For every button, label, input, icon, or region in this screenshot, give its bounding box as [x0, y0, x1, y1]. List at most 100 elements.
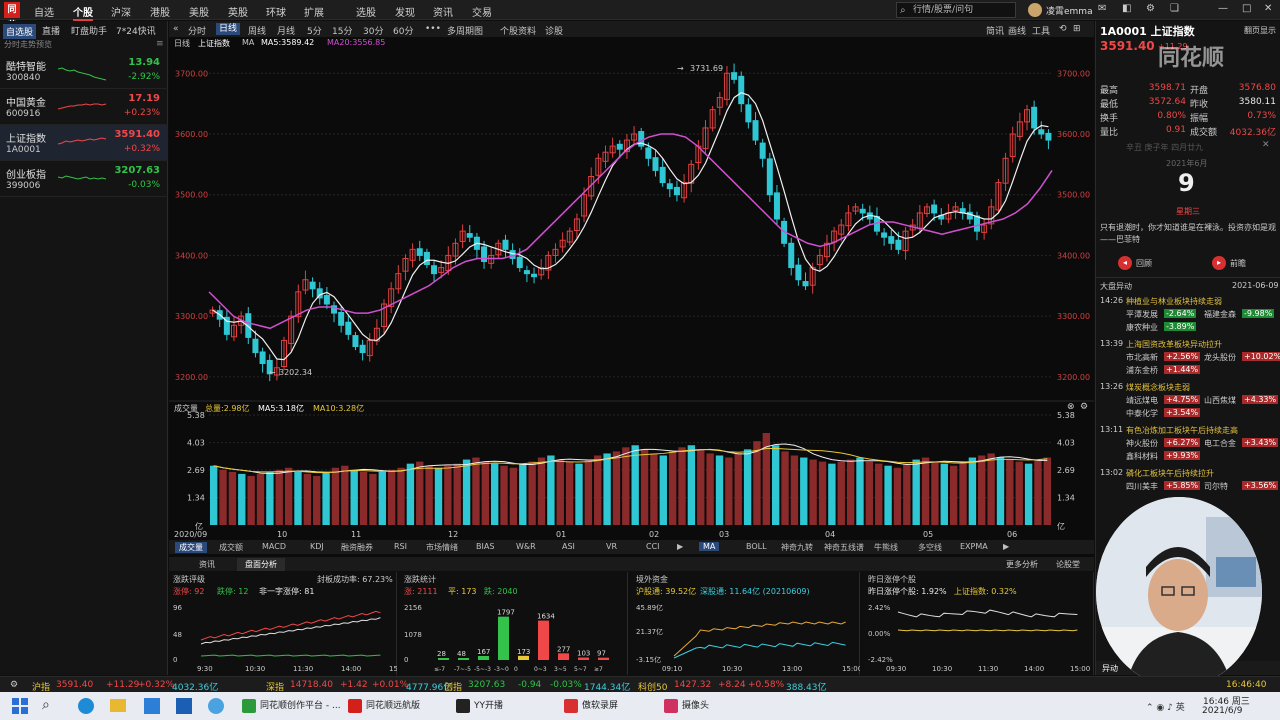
period-button[interactable]: 分时: [188, 24, 206, 37]
period-button[interactable]: •••: [425, 24, 441, 34]
menu-item[interactable]: 港股: [150, 4, 170, 19]
menu-icon[interactable]: ≡: [156, 39, 164, 49]
event-title[interactable]: 磷化工板块午后持续拉升: [1126, 468, 1214, 479]
taskbar-app[interactable]: 同花顺创作平台 - ...: [242, 696, 341, 716]
indicator-tab[interactable]: RSI: [394, 542, 407, 551]
taskbar-app[interactable]: 摄像头: [664, 696, 709, 716]
indicator-tab[interactable]: VR: [606, 542, 617, 551]
indicator-tab[interactable]: MACD: [262, 542, 286, 551]
period-button[interactable]: 15分: [332, 24, 352, 37]
volume-settings-icon[interactable]: ⚙: [1080, 402, 1088, 412]
browser-icon[interactable]: [208, 698, 224, 714]
folder-icon[interactable]: [110, 699, 126, 712]
indicator-tab[interactable]: 融资融券: [341, 542, 373, 553]
period-button[interactable]: 30分: [363, 24, 383, 37]
event-stock-name[interactable]: 山西焦煤: [1204, 395, 1236, 406]
menu-item[interactable]: 个股: [73, 4, 93, 21]
watchlist-row[interactable]: 创业板指 399006 3207.63 -0.03%: [0, 161, 168, 197]
indicator-tab[interactable]: CCI: [646, 542, 660, 551]
tool-brief[interactable]: 简讯: [986, 24, 1004, 37]
edge-icon[interactable]: [78, 698, 94, 714]
kline-chart-area[interactable]: 日线 上证指数 MA MA5:3589.42 MA20:3556.85 3700…: [169, 37, 1094, 557]
more-analysis-link[interactable]: 更多分析: [1006, 559, 1038, 570]
tool-draw[interactable]: 画线: [1008, 24, 1026, 37]
collapse-left-icon[interactable]: «: [173, 24, 179, 34]
period-button[interactable]: 多周期图: [447, 24, 483, 37]
event-stock-name[interactable]: 中泰化学: [1126, 408, 1158, 419]
taskbar-app[interactable]: YY开播: [456, 696, 503, 716]
app-icon[interactable]: [176, 698, 192, 714]
event-title[interactable]: 有色冶炼加工板块午后持续走高: [1126, 425, 1238, 436]
event-stock-name[interactable]: 龙头股份: [1204, 352, 1236, 363]
menu-item[interactable]: 选股: [356, 4, 376, 19]
page-toggle[interactable]: 翻页显示: [1244, 25, 1276, 36]
indicator-tab[interactable]: KDJ: [310, 542, 324, 551]
store-icon[interactable]: [144, 698, 160, 714]
event-stock-name[interactable]: 平潭发展: [1126, 309, 1158, 320]
app-logo[interactable]: 同花: [4, 2, 20, 31]
calendar-close-icon[interactable]: ✕: [1262, 140, 1270, 150]
indicator-scroll-icon[interactable]: ▶: [677, 542, 683, 551]
taskbar-app[interactable]: 同花顺远航版: [348, 696, 420, 716]
status-settings-icon[interactable]: ⚙: [10, 680, 18, 690]
overlay-tab[interactable]: 牛熊线: [874, 542, 898, 553]
event-title[interactable]: 种植业与林业板块持续走弱: [1126, 296, 1222, 307]
watchlist-row[interactable]: 酷特智能 300840 13.94 -2.92%: [0, 53, 168, 89]
tool-tools[interactable]: 工具: [1032, 24, 1050, 37]
indicator-tab[interactable]: W&R: [516, 542, 536, 551]
tab-assistant[interactable]: 盯盘助手: [71, 24, 107, 37]
overlay-tab[interactable]: 多空线: [918, 542, 942, 553]
indicator-tab[interactable]: 成交量: [175, 542, 207, 553]
settings-icon[interactable]: ⚙: [1146, 3, 1155, 14]
period-button[interactable]: 日线: [216, 23, 241, 35]
layout-icon[interactable]: ⊞: [1073, 24, 1081, 34]
menu-item[interactable]: 扩展: [304, 4, 324, 19]
mail-icon[interactable]: ✉: [1098, 3, 1106, 14]
undo-icon[interactable]: ⟲: [1059, 24, 1067, 34]
search-input[interactable]: ⌕ 行情/股票/问句: [896, 2, 1016, 18]
menu-item[interactable]: 交易: [472, 4, 492, 19]
tray-icons[interactable]: ⌃ ◉ ♪ 英: [1146, 700, 1185, 713]
event-stock-name[interactable]: 靖远煤电: [1126, 395, 1158, 406]
period-button[interactable]: 5分: [307, 24, 322, 37]
menu-item[interactable]: 自选: [34, 4, 54, 19]
menu-item[interactable]: 沪深: [111, 4, 131, 19]
event-title[interactable]: 煤炭概念板块走弱: [1126, 382, 1190, 393]
tab-news-724[interactable]: 7*24快讯: [116, 24, 156, 37]
minimize-button[interactable]: —: [1218, 3, 1228, 14]
menu-item[interactable]: 英股: [228, 4, 248, 19]
event-stock-name[interactable]: 司尔特: [1204, 481, 1228, 492]
event-stock-name[interactable]: 四川美丰: [1126, 481, 1158, 492]
watchlist-row[interactable]: 中国黄金 600916 17.19 +0.23%: [0, 89, 168, 125]
event-stock-name[interactable]: 市北高新: [1126, 352, 1158, 363]
forum-link[interactable]: 论股堂: [1056, 559, 1080, 570]
user-avatar[interactable]: [1028, 3, 1042, 17]
close-volume-icon[interactable]: ⊗: [1067, 402, 1075, 412]
watchlist-row[interactable]: 上证指数 1A0001 3591.40 +0.32%: [0, 125, 168, 161]
event-stock-name[interactable]: 电工合金: [1204, 438, 1236, 449]
menu-item[interactable]: 发现: [395, 4, 415, 19]
indicator-tab[interactable]: 成交额: [219, 542, 243, 553]
period-button[interactable]: 个股资料: [500, 24, 536, 37]
review-icon[interactable]: ◂: [1118, 256, 1132, 270]
skin-icon[interactable]: ❏: [1170, 3, 1179, 14]
period-button[interactable]: 周线: [248, 24, 266, 37]
event-stock-name[interactable]: 福建金森: [1204, 309, 1236, 320]
period-button[interactable]: 60分: [393, 24, 413, 37]
tab-watchlist[interactable]: 自选股: [3, 24, 37, 39]
review-button[interactable]: 回顾: [1136, 258, 1152, 269]
overlay-tab[interactable]: MA: [699, 542, 720, 551]
period-button[interactable]: 月线: [277, 24, 295, 37]
search-icon[interactable]: ⌕: [42, 697, 50, 713]
event-stock-name[interactable]: 康农种业: [1126, 322, 1158, 333]
tab-anomaly[interactable]: 异动: [1102, 663, 1118, 674]
overlay-tab[interactable]: EXPMA: [960, 542, 988, 551]
overlay-tab[interactable]: BOLL: [746, 542, 767, 551]
event-stock-name[interactable]: 鑫科材料: [1126, 451, 1158, 462]
indicator-tab[interactable]: ASI: [562, 542, 575, 551]
candlestick-chart[interactable]: 3700.00 3700.00 3600.00 3600.00 3500.00 3500.…: [169, 37, 1094, 540]
close-button[interactable]: ✕: [1264, 3, 1272, 14]
event-stock-name[interactable]: 神火股份: [1126, 438, 1158, 449]
tab-market-analysis[interactable]: 盘面分析: [237, 558, 285, 571]
overlay-tab[interactable]: 神奇五线谱: [824, 542, 864, 553]
